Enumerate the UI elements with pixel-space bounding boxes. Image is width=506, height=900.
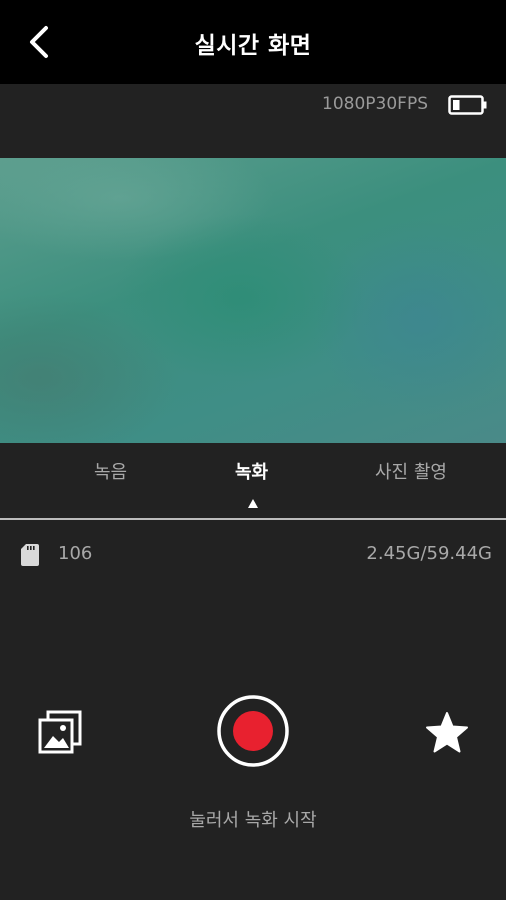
top-app-bar: 실시간 화면 — [0, 0, 506, 84]
status-bar: 1080P30FPS — [0, 84, 506, 158]
tab-audio-record[interactable]: 녹음 — [94, 458, 127, 484]
record-icon — [217, 695, 289, 767]
mode-tabs: 녹음 녹화 사진 촬영 — [0, 443, 506, 519]
record-button[interactable] — [217, 695, 289, 767]
star-icon — [426, 712, 468, 753]
storage-usage: 2.45G/59.44G — [366, 543, 492, 564]
file-count: 106 — [58, 543, 93, 564]
gallery-icon — [38, 710, 82, 754]
gallery-button[interactable] — [36, 708, 84, 756]
tab-take-photo[interactable]: 사진 촬영 — [375, 458, 447, 484]
live-camera-preview — [0, 158, 506, 443]
sd-card-icon — [21, 544, 39, 566]
record-hint: 눌러서 녹화 시작 — [189, 810, 317, 831]
resolution-label: 1080P30FPS — [322, 94, 428, 114]
triangle-up-icon — [248, 499, 258, 508]
tab-video-record[interactable]: 녹화 — [235, 458, 268, 484]
battery-low-icon — [448, 95, 487, 115]
page-title: 실시간 화면 — [194, 33, 312, 59]
divider — [0, 518, 506, 520]
favorite-button[interactable] — [424, 710, 470, 756]
